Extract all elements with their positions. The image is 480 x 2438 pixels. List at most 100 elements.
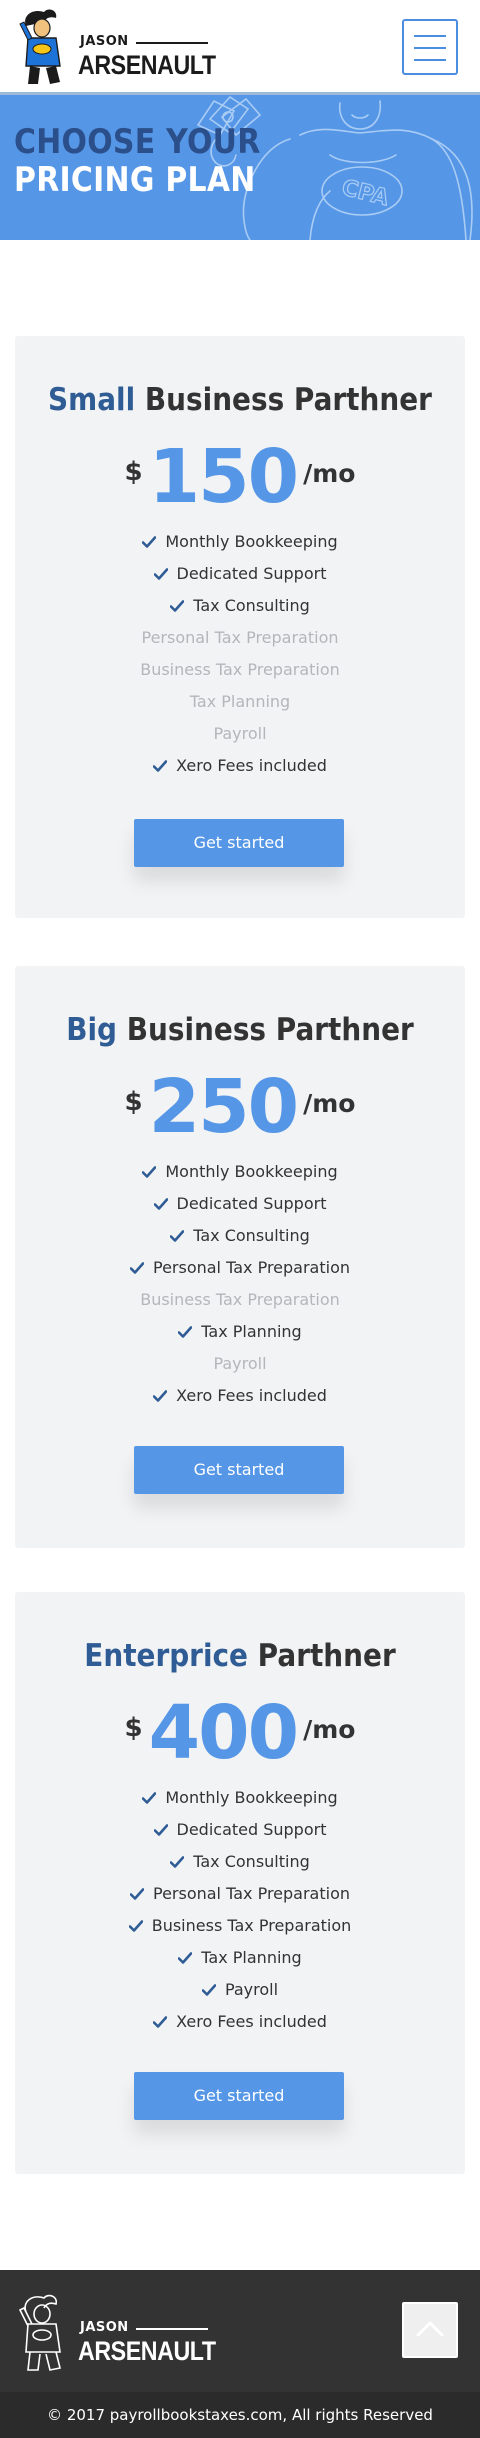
plan-feature-label: Tax Consulting	[193, 596, 310, 615]
plan-feature-label: Tax Planning	[201, 1322, 302, 1341]
plan-feature-label: Dedicated Support	[176, 1194, 327, 1213]
site-footer: JASON ARSENAULT © 2017 payrollbookstaxes…	[0, 2270, 480, 2438]
back-to-top-button[interactable]	[402, 2302, 458, 2358]
plan-title: Small Business Parthner	[38, 382, 443, 418]
plan-feature-label: Tax Planning	[189, 692, 291, 711]
plan-feature-list: Monthly Bookkeeping Dedicated Support Tax …	[15, 526, 465, 782]
plan-price: $400/mo	[15, 1695, 465, 1775]
footer-logo-last-name: ARSENAULT	[78, 2336, 216, 2366]
plan-price: $250/mo	[15, 1069, 465, 1149]
price-period: /mo	[303, 1089, 356, 1118]
get-started-button[interactable]: Get started	[134, 1446, 344, 1494]
plan-feature: Personal Tax Preparation	[15, 622, 465, 654]
check-icon	[142, 1792, 157, 1804]
price-currency: $	[124, 1087, 143, 1117]
plan-feature: Monthly Bookkeeping	[15, 1156, 465, 1188]
check-icon	[170, 1856, 185, 1868]
plan-feature: Payroll	[15, 1348, 465, 1380]
footer-logo[interactable]: JASON ARSENAULT	[18, 2294, 218, 2372]
plan-feature-label: Xero Fees included	[176, 756, 327, 775]
check-icon	[153, 1390, 168, 1402]
plan-feature: Dedicated Support	[15, 1814, 465, 1846]
price-amount: 250	[148, 1064, 299, 1150]
check-icon	[178, 1952, 193, 1964]
site-header: JASON ARSENAULT	[0, 0, 480, 95]
plan-feature-label: Business Tax Preparation	[140, 1290, 340, 1309]
plan-feature-label: Business Tax Preparation	[151, 1916, 352, 1935]
check-icon	[128, 1920, 143, 1932]
plan-feature-label: Xero Fees included	[176, 1386, 327, 1405]
footer-logo-first-name: JASON	[80, 2320, 129, 2335]
pricing-card: Small Business Parthner $150/mo Monthly Bo…	[15, 336, 465, 918]
hero-banner: CPA CHOOSE YOUR PRICING PLAN	[0, 95, 480, 240]
plan-feature-label: Business Tax Preparation	[140, 660, 340, 679]
logo-last-name: ARSENAULT	[78, 50, 216, 80]
get-started-button[interactable]: Get started	[134, 819, 344, 867]
mascot-outline-icon	[18, 2294, 61, 2371]
plan-feature: Payroll	[15, 1974, 465, 2006]
logo-first-name: JASON	[80, 34, 129, 49]
plan-title-accent: Enterprice	[84, 1638, 248, 1674]
check-icon	[153, 2016, 168, 2028]
mascot-icon	[19, 9, 61, 84]
check-icon	[178, 1326, 193, 1338]
plan-title: Big Business Parthner	[38, 1012, 443, 1048]
plan-feature: Dedicated Support	[15, 1188, 465, 1220]
plan-title-rest: Parthner	[247, 1638, 396, 1674]
footer-logo-divider	[136, 2328, 208, 2330]
get-started-button[interactable]: Get started	[134, 2072, 344, 2120]
plan-feature: Xero Fees included	[15, 1380, 465, 1412]
plan-feature-label: Tax Consulting	[193, 1226, 310, 1245]
plan-feature: Business Tax Preparation	[15, 654, 465, 686]
check-icon	[153, 568, 168, 580]
logo-divider	[136, 42, 208, 44]
plan-feature-label: Payroll	[224, 1980, 279, 1999]
plan-feature: Xero Fees included	[15, 750, 465, 782]
plan-title-rest: Business Parthner	[117, 1012, 414, 1048]
pricing-card: Big Business Parthner $250/mo Monthly Book…	[15, 966, 465, 1548]
hero-title-line1: CHOOSE YOUR	[14, 122, 261, 162]
plan-feature-label: Dedicated Support	[176, 564, 327, 583]
pricing-card: Enterprice Parthner $400/mo Monthly Bookke…	[15, 1592, 465, 2174]
price-period: /mo	[303, 459, 356, 488]
plan-title: Enterprice Parthner	[38, 1638, 443, 1674]
plan-title-accent: Small	[48, 382, 136, 418]
site-logo[interactable]: JASON ARSENAULT	[18, 8, 218, 86]
menu-button[interactable]	[402, 19, 458, 75]
plan-feature-label: Monthly Bookkeeping	[165, 1788, 338, 1807]
check-icon	[170, 600, 185, 612]
check-icon	[153, 1824, 168, 1836]
plan-feature-list: Monthly Bookkeeping Dedicated Support Tax …	[15, 1156, 465, 1412]
plan-title-rest: Business Parthner	[135, 382, 432, 418]
price-period: /mo	[303, 1715, 356, 1744]
plan-feature-label: Payroll	[213, 724, 267, 743]
plan-feature-label: Personal Tax Preparation	[152, 1258, 350, 1277]
plan-feature: Monthly Bookkeeping	[15, 1782, 465, 1814]
plan-feature: Monthly Bookkeeping	[15, 526, 465, 558]
check-icon	[129, 1262, 144, 1274]
check-icon	[142, 1166, 157, 1178]
price-amount: 400	[148, 1690, 299, 1776]
plan-feature: Personal Tax Preparation	[15, 1878, 465, 1910]
plan-feature: Tax Planning	[15, 1316, 465, 1348]
plan-feature: Tax Consulting	[15, 1846, 465, 1878]
plan-feature: Dedicated Support	[15, 558, 465, 590]
plan-feature-label: Monthly Bookkeeping	[165, 532, 338, 551]
plan-feature-label: Personal Tax Preparation	[141, 628, 339, 647]
check-icon	[201, 1984, 216, 1996]
plan-price: $150/mo	[15, 439, 465, 519]
plan-feature: Personal Tax Preparation	[15, 1252, 465, 1284]
check-icon	[142, 536, 157, 548]
plan-feature: Tax Planning	[15, 686, 465, 718]
plan-feature-list: Monthly Bookkeeping Dedicated Support Tax …	[15, 1782, 465, 2038]
plan-feature-label: Payroll	[213, 1354, 267, 1373]
plan-feature: Xero Fees included	[15, 2006, 465, 2038]
plan-feature: Tax Consulting	[15, 590, 465, 622]
plan-feature: Business Tax Preparation	[15, 1284, 465, 1316]
hamburger-icon	[414, 35, 446, 37]
plan-feature: Payroll	[15, 718, 465, 750]
check-icon	[153, 1198, 168, 1210]
plan-feature: Tax Consulting	[15, 1220, 465, 1252]
plan-feature-label: Tax Planning	[201, 1948, 302, 1967]
plan-title-accent: Big	[66, 1012, 118, 1048]
